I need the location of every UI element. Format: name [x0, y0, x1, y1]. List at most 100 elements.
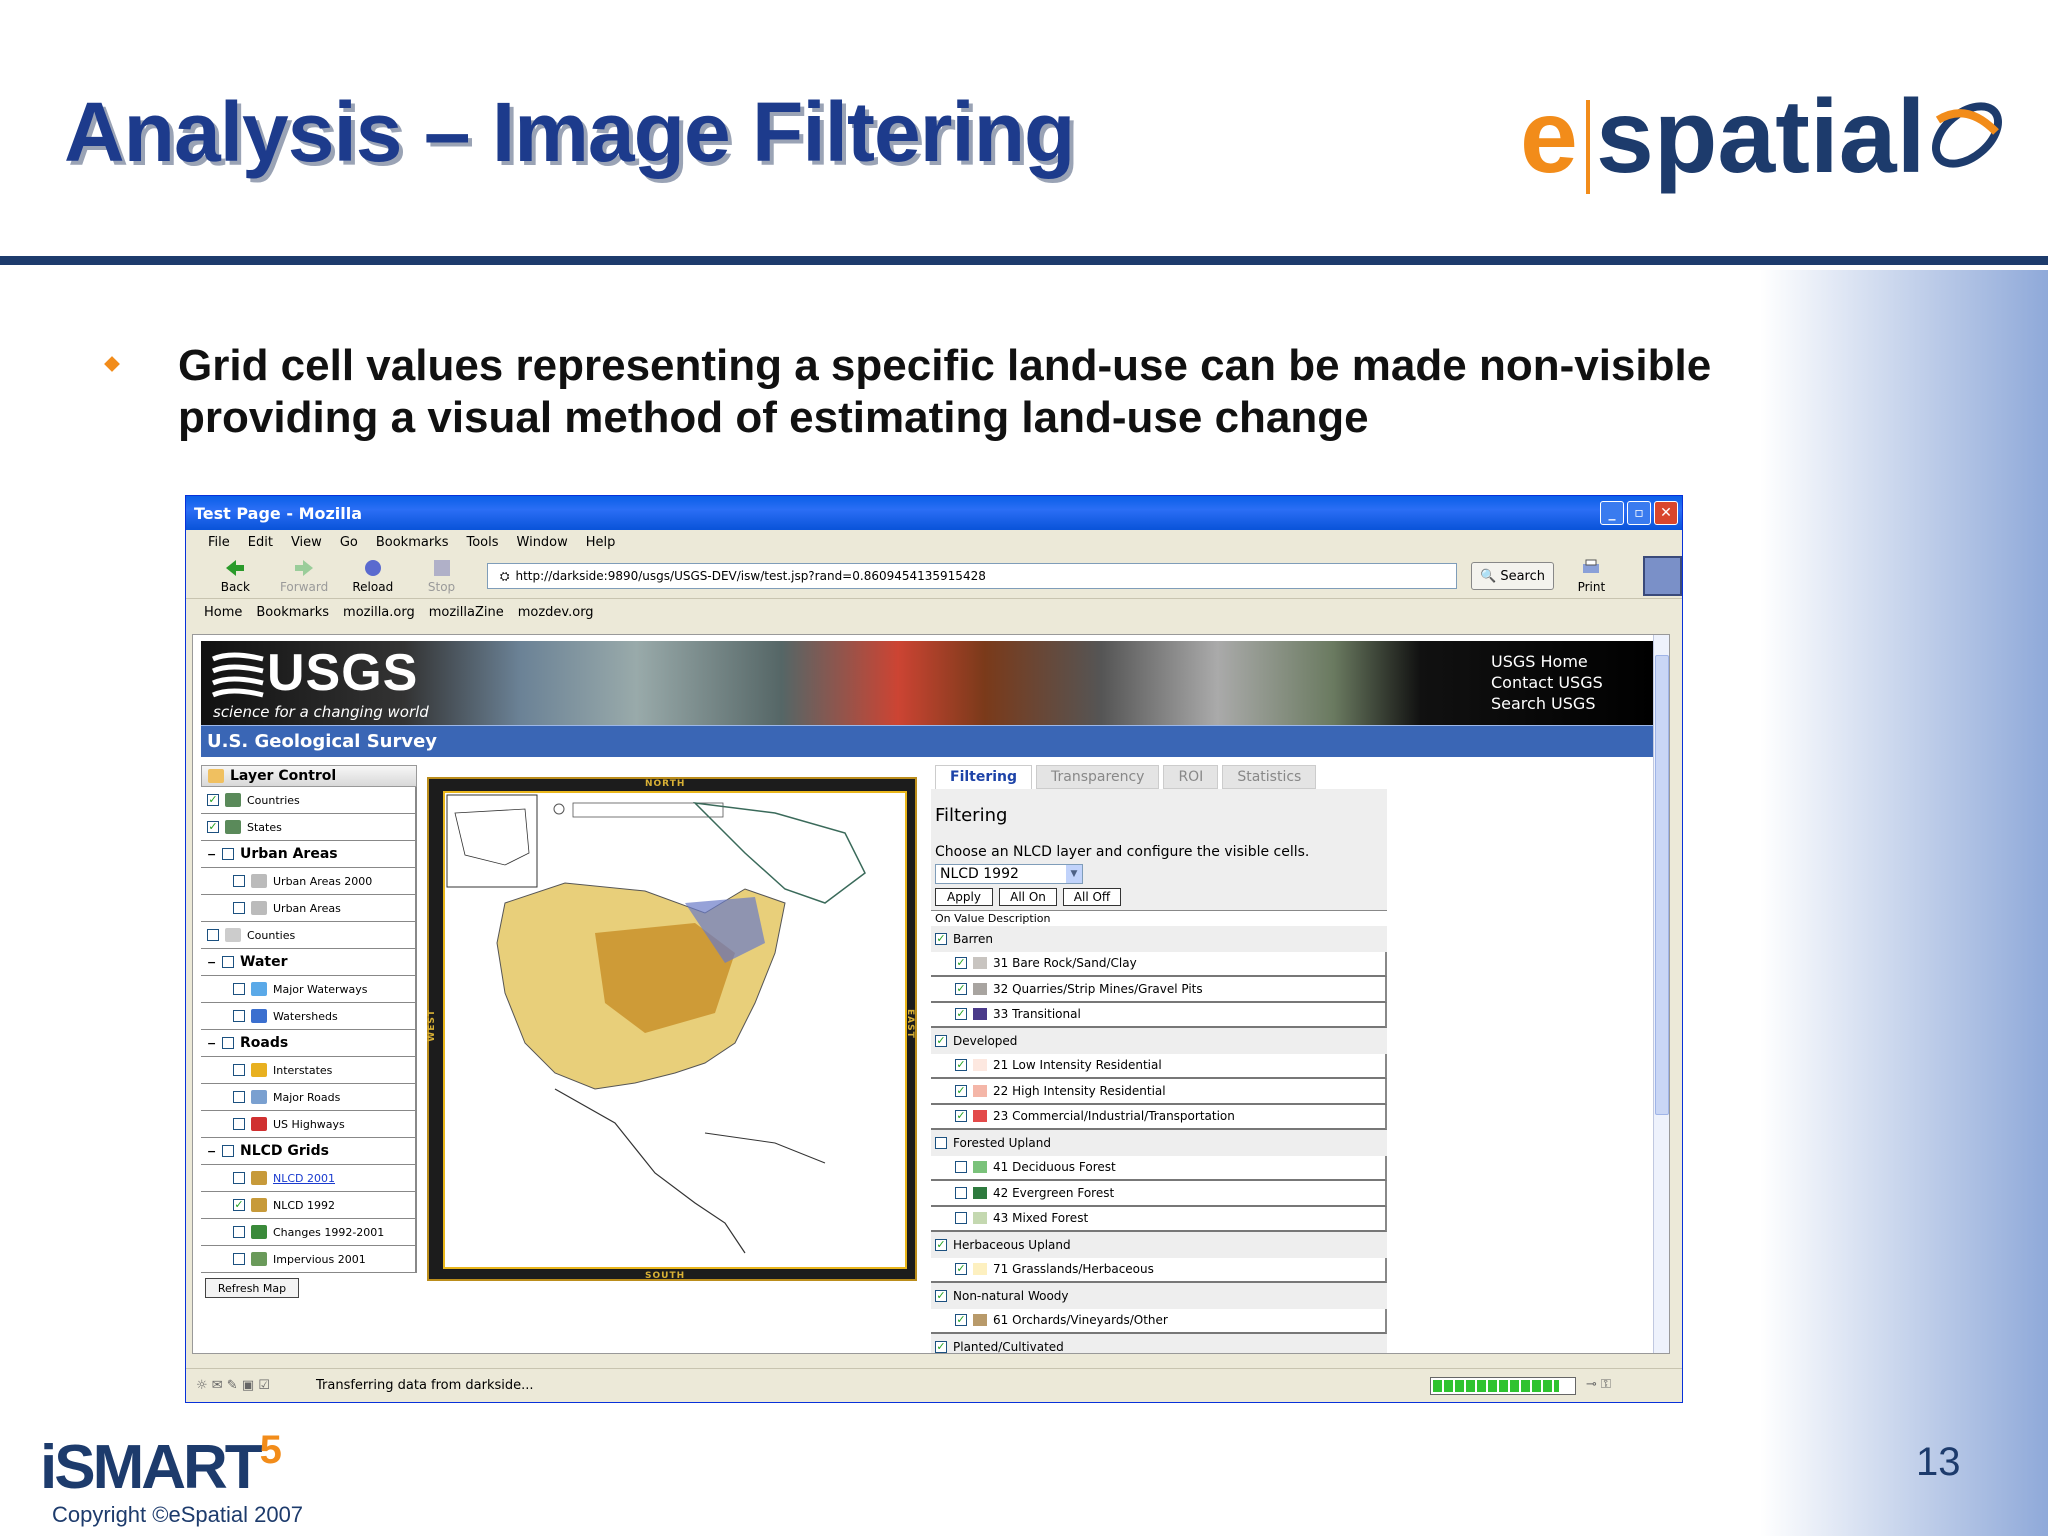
menu-help[interactable]: Help	[586, 535, 616, 550]
filter-checkbox[interactable]: ✓	[935, 1034, 947, 1047]
layer-checkbox[interactable]	[207, 929, 219, 941]
filter-checkbox[interactable]: ✓	[955, 1110, 967, 1123]
menu-edit[interactable]: Edit	[248, 535, 273, 550]
filter-checkbox[interactable]: ✓	[955, 957, 967, 970]
filter-checkbox[interactable]: ✓	[935, 1238, 947, 1251]
layer-row[interactable]: US Highways	[201, 1111, 417, 1138]
refresh-map-button[interactable]: Refresh Map	[205, 1278, 299, 1298]
layer-row[interactable]: Changes 1992-2001	[201, 1219, 417, 1246]
layer-checkbox[interactable]: ✓	[207, 794, 219, 806]
collapse-icon[interactable]: −	[207, 1037, 216, 1050]
filter-value-row[interactable]: ✓ 33 Transitional	[931, 1002, 1387, 1028]
filter-value-row[interactable]: ✓ 32 Quarries/Strip Mines/Gravel Pits	[931, 977, 1387, 1003]
filter-checkbox[interactable]: ✓	[955, 1263, 967, 1276]
filter-checkbox[interactable]: ✓	[955, 1059, 967, 1072]
layer-row[interactable]: − Roads	[201, 1030, 417, 1057]
filter-value-row[interactable]: ✓ 31 Bare Rock/Sand/Clay	[931, 951, 1387, 977]
filter-checkbox[interactable]	[935, 1136, 947, 1149]
menu-bookmarks[interactable]: Bookmarks	[376, 535, 449, 550]
filter-checkbox[interactable]	[955, 1212, 967, 1225]
layer-checkbox[interactable]	[222, 1145, 234, 1157]
filter-checkbox[interactable]: ✓	[935, 932, 947, 945]
layer-row[interactable]: Urban Areas	[201, 895, 417, 922]
nlcd-layer-select[interactable]: NLCD 1992 ▼	[935, 864, 1083, 884]
filter-category-row[interactable]: ✓ Non-natural Woody	[931, 1283, 1387, 1309]
menu-window[interactable]: Window	[517, 535, 568, 550]
filter-checkbox[interactable]: ✓	[955, 1314, 967, 1327]
scrollbar-thumb[interactable]	[1655, 655, 1669, 1115]
layer-checkbox[interactable]	[233, 1118, 245, 1130]
filter-checkbox[interactable]: ✓	[935, 1289, 947, 1302]
bookmark-home[interactable]: Home	[204, 605, 242, 620]
layer-row[interactable]: Watersheds	[201, 1003, 417, 1030]
layer-row[interactable]: ✓ States	[201, 814, 417, 841]
apply-button[interactable]: Apply	[935, 888, 993, 906]
filter-value-row[interactable]: ✓ 22 High Intensity Residential	[931, 1079, 1387, 1105]
filter-value-row[interactable]: 42 Evergreen Forest	[931, 1181, 1387, 1207]
bookmark-mozilla[interactable]: mozilla.org	[343, 605, 415, 620]
filter-category-row[interactable]: ✓ Herbaceous Upland	[931, 1232, 1387, 1258]
filter-value-row[interactable]: 41 Deciduous Forest	[931, 1155, 1387, 1181]
layer-checkbox[interactable]	[222, 1037, 234, 1049]
filter-value-row[interactable]: ✓ 61 Orchards/Vineyards/Other	[931, 1308, 1387, 1334]
filter-checkbox[interactable]	[955, 1186, 967, 1199]
layer-row[interactable]: Interstates	[201, 1057, 417, 1084]
layer-row[interactable]: NLCD 2001	[201, 1165, 417, 1192]
tab-statistics[interactable]: Statistics	[1222, 765, 1317, 789]
layer-checkbox[interactable]	[233, 1253, 245, 1265]
layer-checkbox[interactable]	[233, 1172, 245, 1184]
menu-view[interactable]: View	[291, 535, 322, 550]
layer-row[interactable]: ✓ Countries	[201, 787, 417, 814]
collapse-icon[interactable]: −	[207, 956, 216, 969]
back-button[interactable]: Back	[204, 558, 267, 594]
layer-row[interactable]: Counties	[201, 922, 417, 949]
stop-button[interactable]: Stop	[410, 558, 473, 594]
layer-label[interactable]: NLCD 2001	[273, 1172, 335, 1185]
collapse-icon[interactable]: −	[207, 1145, 216, 1158]
layer-checkbox[interactable]: ✓	[233, 1199, 245, 1211]
layer-row[interactable]: − NLCD Grids	[201, 1138, 417, 1165]
bookmark-bookmarks[interactable]: Bookmarks	[256, 605, 329, 620]
filter-category-row[interactable]: Forested Upland	[931, 1130, 1387, 1156]
forward-button[interactable]: Forward	[273, 558, 336, 594]
all-off-button[interactable]: All Off	[1063, 888, 1121, 906]
filter-value-row[interactable]: ✓ 21 Low Intensity Residential	[931, 1053, 1387, 1079]
menu-tools[interactable]: Tools	[466, 535, 498, 550]
layer-row[interactable]: Major Roads	[201, 1084, 417, 1111]
menu-file[interactable]: File	[208, 535, 230, 550]
print-button[interactable]: Print	[1560, 558, 1623, 594]
all-on-button[interactable]: All On	[999, 888, 1057, 906]
layer-checkbox[interactable]	[222, 848, 234, 860]
layer-checkbox[interactable]	[233, 902, 245, 914]
filter-category-row[interactable]: ✓ Planted/Cultivated	[931, 1334, 1387, 1353]
layer-row[interactable]: − Urban Areas	[201, 841, 417, 868]
filter-value-row[interactable]: 43 Mixed Forest	[931, 1206, 1387, 1232]
layer-checkbox[interactable]: ✓	[207, 821, 219, 833]
layer-checkbox[interactable]	[222, 956, 234, 968]
bookmark-mozillazine[interactable]: mozillaZine	[429, 605, 504, 620]
filter-checkbox[interactable]	[955, 1161, 967, 1174]
filter-category-row[interactable]: ✓ Barren	[931, 926, 1387, 952]
layer-checkbox[interactable]	[233, 1226, 245, 1238]
reload-button[interactable]: Reload	[341, 558, 404, 594]
tab-roi[interactable]: ROI	[1163, 765, 1219, 789]
vertical-scrollbar[interactable]	[1653, 635, 1669, 1353]
layer-checkbox[interactable]	[233, 1010, 245, 1022]
filter-value-row[interactable]: ✓ 71 Grasslands/Herbaceous	[931, 1257, 1387, 1283]
contact-usgs-link[interactable]: Contact USGS	[1491, 672, 1603, 693]
layer-checkbox[interactable]	[233, 875, 245, 887]
minimize-icon[interactable]: _	[1600, 501, 1624, 525]
filter-checkbox[interactable]: ✓	[955, 982, 967, 995]
maximize-icon[interactable]: ▫	[1627, 501, 1651, 525]
layer-checkbox[interactable]	[233, 983, 245, 995]
layer-checkbox[interactable]	[233, 1064, 245, 1076]
search-usgs-link[interactable]: Search USGS	[1491, 693, 1603, 714]
address-bar[interactable]: ⛭ http://darkside:9890/usgs/USGS-DEV/isw…	[486, 563, 1458, 589]
map-canvas[interactable]	[443, 791, 907, 1269]
close-icon[interactable]: ✕	[1654, 501, 1678, 525]
filter-category-row[interactable]: ✓ Developed	[931, 1028, 1387, 1054]
layer-row[interactable]: Urban Areas 2000	[201, 868, 417, 895]
menu-go[interactable]: Go	[340, 535, 358, 550]
filter-value-row[interactable]: ✓ 23 Commercial/Industrial/Transportation	[931, 1104, 1387, 1130]
layer-checkbox[interactable]	[233, 1091, 245, 1103]
